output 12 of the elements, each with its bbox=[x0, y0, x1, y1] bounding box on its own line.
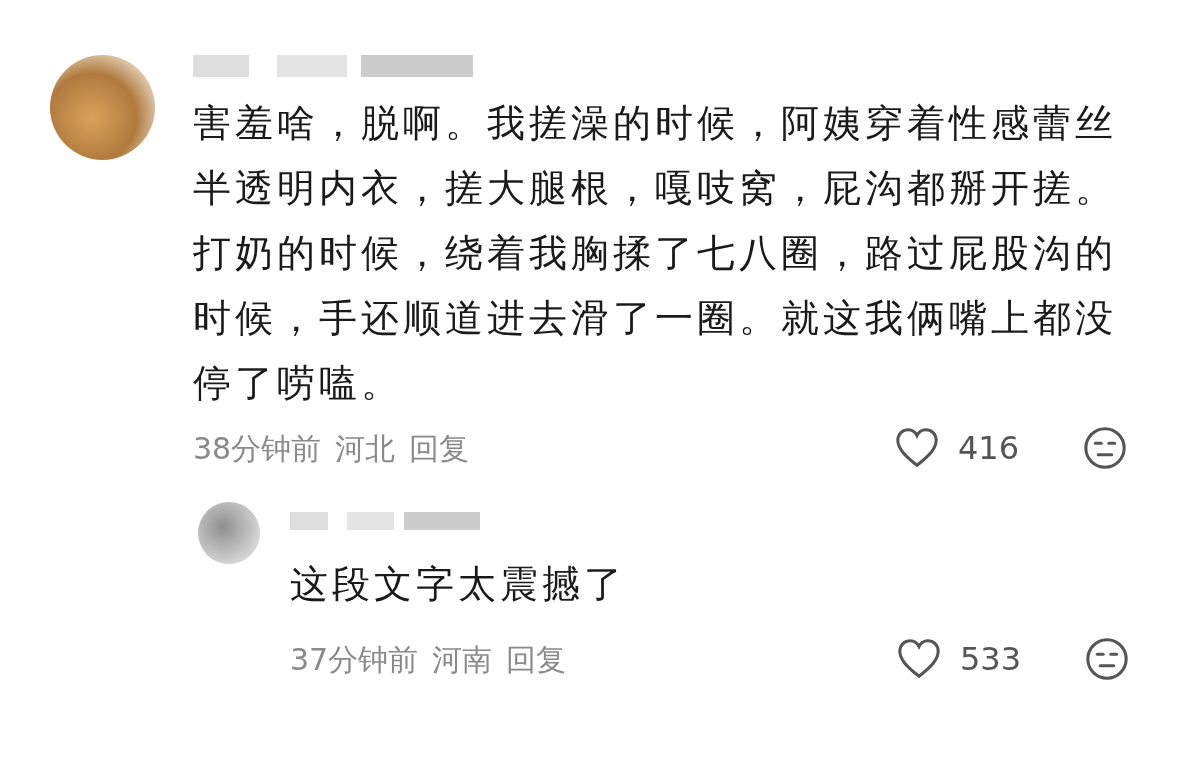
timestamp: 37分钟前 bbox=[290, 640, 419, 679]
comment-text: 这段文字太震撼了 bbox=[290, 561, 627, 608]
reply-link[interactable]: 回复 bbox=[409, 425, 470, 471]
comment-text: 害羞啥，脱啊。我搓澡的时候，阿姨穿着性感蕾丝半透明内衣，搓大腿根，嘎吱窝，屁沟都掰开搓。打奶的时候，绕着我胸揉了七八圈，路过屁股沟的时候，手还顺道进去滑了一圈。就这我俩嘴上都没停了唠嗑。 bbox=[193, 100, 1118, 407]
reply-link[interactable]: 回复 bbox=[506, 636, 567, 682]
location: 河南 bbox=[432, 640, 493, 679]
dislike-face-icon[interactable] bbox=[1082, 425, 1128, 471]
timestamp: 38分钟前 bbox=[193, 429, 322, 468]
like-count: 416 bbox=[958, 428, 1021, 469]
location: 河北 bbox=[335, 429, 396, 468]
dislike-face-icon[interactable] bbox=[1084, 636, 1130, 682]
like-count: 533 bbox=[960, 639, 1023, 680]
